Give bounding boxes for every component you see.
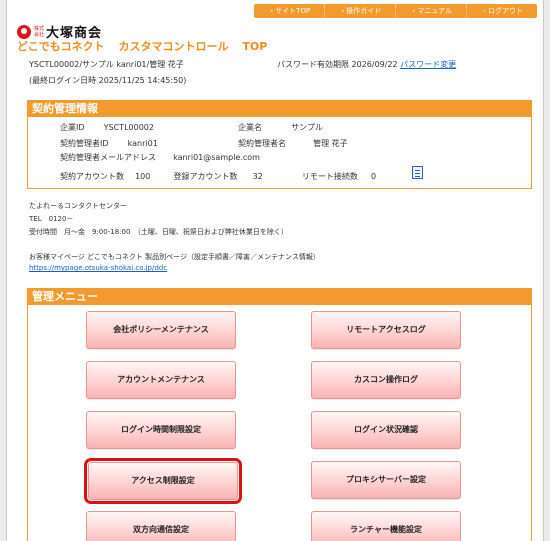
admin-mail-value: kanri01@sample.com — [173, 153, 260, 162]
mypage-link[interactable]: https://mypage.otsuka-shokai.co.jp/ddc — [29, 264, 167, 272]
admin-id-value: kanri01 — [127, 139, 158, 148]
admin-id-row: 契約管理者ID kanri01 — [60, 138, 158, 149]
last-login: (最終ログイン日時 2025/11/25 14:45:50) — [29, 76, 187, 85]
nav-site-top[interactable]: ・サイトTOP — [254, 4, 324, 18]
login-time-limit-button[interactable]: ログイン時間制限設定 — [86, 411, 236, 449]
company-id-label: 企業ID — [60, 123, 85, 132]
app-title-control: カスタマコントロール — [118, 40, 229, 53]
accounts-value: 100 — [135, 172, 151, 181]
access-restriction-button[interactable]: アクセス制限設定 — [84, 458, 242, 504]
company-name-label: 企業名 — [238, 123, 262, 132]
proxy-server-button[interactable]: プロキシサーバー設定 — [311, 461, 461, 499]
cascon-operation-log-button[interactable]: カスコン操作ログ — [311, 361, 461, 399]
admin-name-value: 管理 花子 — [313, 139, 348, 148]
admin-name-label: 契約管理者名 — [238, 139, 286, 148]
admin-menu-title: 管理メニュー — [28, 289, 531, 305]
app-title-product: どこでもコネクト — [17, 40, 105, 53]
company-name-row: 企業名 サンプル — [238, 122, 323, 133]
contract-panel: 契約管理情報 企業ID YSCTL00002 企業名 サンプル 契約管理者ID … — [27, 100, 532, 189]
app-title: どこでもコネクト カスタマコントロール TOP — [17, 38, 277, 54]
contact-center: たよれーるコンタクトセンター — [29, 202, 127, 210]
contact-hours: 受付時間 月～金 9:00-18:00 （土曜、日曜、祝祭日および弊社休業日を除… — [29, 228, 288, 236]
nav-manual[interactable]: ・マニュアル — [395, 4, 466, 18]
password-expiry: パスワード有効期限 2026/09/22 パスワード変更 — [277, 59, 456, 70]
bidirectional-comm-button[interactable]: 双方向通信設定 — [86, 511, 236, 541]
mypage-text: お客様マイページ どこでもコネクト 製品別ページ（設定手順書／障害／メンテナンス… — [29, 253, 320, 261]
company-id-value: YSCTL00002 — [103, 123, 154, 132]
contract-panel-title: 契約管理情報 — [28, 101, 531, 117]
app-frame: ・サイトTOP ・操作ガイド ・マニュアル ・ログアウト 株式会社 大塚商会 ど… — [6, 0, 544, 541]
nav-operation-guide[interactable]: ・操作ガイド — [324, 4, 395, 18]
registered-value: 32 — [252, 172, 263, 181]
admin-id-label: 契約管理者ID — [60, 139, 109, 148]
otsuka-logo-icon — [17, 24, 31, 39]
app-title-top: TOP — [242, 40, 268, 53]
company-name-value: サンプル — [291, 123, 323, 132]
contact-tel: TEL 0120－ — [29, 215, 74, 223]
admin-menu-panel: 管理メニュー 会社ポリシーメンテナンス リモートアクセスログ アカウントメンテナ… — [27, 288, 532, 541]
company-policy-button[interactable]: 会社ポリシーメンテナンス — [86, 311, 236, 349]
nav-logout[interactable]: ・ログアウト — [466, 4, 537, 18]
mypage-link-line: https://mypage.otsuka-shokai.co.jp/ddc — [29, 264, 167, 272]
password-expiry-text: パスワード有効期限 2026/09/22 — [277, 60, 398, 69]
password-change-link[interactable]: パスワード変更 — [400, 60, 456, 69]
top-nav: ・サイトTOP ・操作ガイド ・マニュアル ・ログアウト — [254, 4, 537, 18]
admin-mail-row: 契約管理者メールアドレス kanri01@sample.com — [60, 152, 260, 163]
registered-label: 登録アカウント数 — [173, 172, 238, 181]
account-counts-row: 契約アカウント数 100 登録アカウント数 32 リモート接続数 0 — [60, 171, 376, 182]
admin-name-row: 契約管理者名 管理 花子 — [238, 138, 348, 149]
remote-value: 0 — [370, 172, 377, 181]
account-maintenance-button[interactable]: アカウントメンテナンス — [86, 361, 236, 399]
remote-access-log-button[interactable]: リモートアクセスログ — [311, 311, 461, 349]
launcher-function-button[interactable]: ランチャー機能設定 — [311, 511, 461, 541]
login-status-button[interactable]: ログイン状況確認 — [311, 411, 461, 449]
document-icon[interactable] — [412, 166, 423, 179]
user-info: YSCTL00002/サンプル kanri01/管理 花子 — [29, 60, 184, 69]
admin-mail-label: 契約管理者メールアドレス — [60, 153, 156, 162]
accounts-label: 契約アカウント数 — [60, 172, 124, 181]
remote-label: リモート接続数 — [301, 172, 358, 181]
company-id-row: 企業ID YSCTL00002 — [60, 122, 154, 133]
logo-small-text: 株式会社 — [34, 25, 45, 38]
